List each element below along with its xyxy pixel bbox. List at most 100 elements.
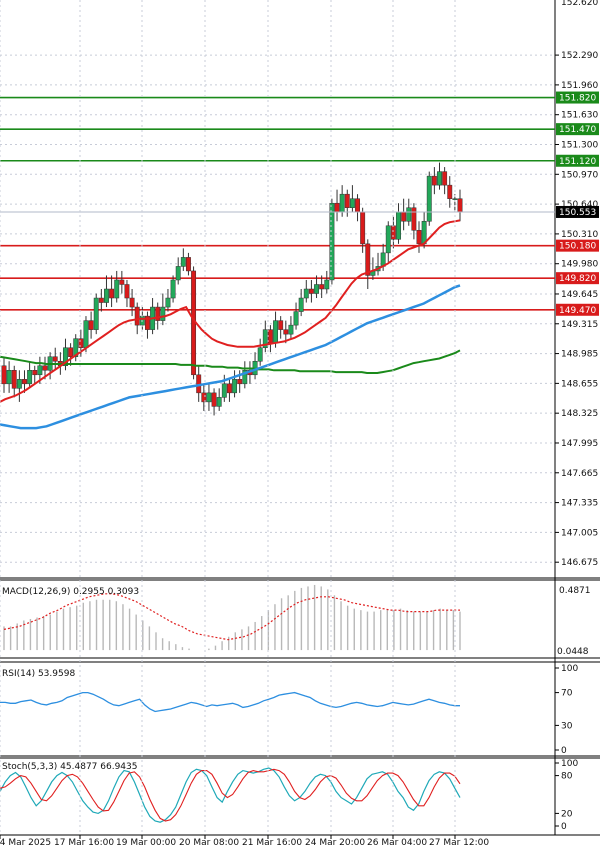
macd-top-label: 0.4871 bbox=[559, 586, 591, 596]
macd-bottom-label: 0.0448 bbox=[557, 647, 589, 657]
candle-down bbox=[442, 171, 448, 186]
candle-up bbox=[180, 257, 186, 267]
candle-up bbox=[437, 171, 442, 186]
price-tick-label: 148.325 bbox=[561, 409, 598, 419]
level-label: 151.470 bbox=[559, 125, 596, 135]
rsi-label: RSI(14) 53.9598 bbox=[2, 669, 75, 679]
candle-up bbox=[6, 370, 12, 385]
candle-down bbox=[237, 379, 243, 385]
candle-up bbox=[303, 288, 309, 299]
price-tick-label: 149.315 bbox=[561, 320, 598, 330]
candle-down bbox=[401, 211, 407, 222]
candle-down bbox=[283, 329, 289, 335]
current-price-label: 150.553 bbox=[559, 208, 596, 218]
candle-up bbox=[385, 225, 391, 254]
candle-down bbox=[416, 230, 422, 245]
candle-up bbox=[257, 347, 263, 362]
candle-down bbox=[42, 365, 48, 371]
price-tick-label: 151.630 bbox=[561, 111, 598, 121]
x-tick-label: 26 Mar 04:00 bbox=[367, 838, 427, 848]
candle-up bbox=[288, 324, 294, 335]
price-tick-label-partial: 152.620 bbox=[561, 0, 598, 8]
level-label: 149.820 bbox=[559, 274, 596, 284]
candle-up bbox=[324, 279, 330, 290]
level-label: 151.820 bbox=[559, 94, 596, 104]
stoch-tick-label: 80 bbox=[561, 772, 573, 782]
candle-down bbox=[52, 356, 58, 362]
candle-up bbox=[170, 279, 176, 299]
candle-down bbox=[1, 365, 7, 385]
candle-up bbox=[114, 279, 120, 299]
rsi-panel: 100 70 30 0 bbox=[0, 661, 600, 757]
candle-down bbox=[185, 257, 191, 272]
candle-down bbox=[124, 284, 130, 299]
price-tick-label: 147.665 bbox=[561, 469, 598, 479]
candle-down bbox=[308, 288, 314, 294]
price-tick-label: 148.655 bbox=[561, 379, 598, 389]
candle-down bbox=[431, 175, 437, 186]
stoch-tick-label: 0 bbox=[561, 822, 567, 832]
candle-down bbox=[109, 288, 115, 299]
candle-down bbox=[226, 383, 232, 394]
candle-up bbox=[216, 397, 222, 407]
stoch-k-line bbox=[0, 767, 461, 823]
price-panel: 152.290151.960151.630151.300150.970150.6… bbox=[0, 0, 600, 835]
candle-up bbox=[426, 175, 432, 222]
candle-up bbox=[221, 383, 227, 398]
candle-up bbox=[406, 207, 412, 222]
candle-up bbox=[452, 198, 458, 200]
candle-up bbox=[104, 288, 109, 303]
candle-up bbox=[339, 193, 345, 213]
candle-up bbox=[175, 266, 181, 281]
candle-down bbox=[278, 320, 284, 330]
x-tick-label: 17 Mar 16:00 bbox=[54, 838, 114, 848]
candle-up bbox=[37, 365, 43, 376]
stoch-tick-label: 20 bbox=[561, 809, 573, 819]
price-tick-label: 150.310 bbox=[561, 230, 598, 240]
candle-up bbox=[206, 392, 212, 403]
rsi-tick-label: 30 bbox=[561, 721, 573, 731]
price-tick-label: 146.675 bbox=[561, 558, 598, 568]
x-tick-label: 24 Mar 20:00 bbox=[305, 838, 365, 848]
candle-down bbox=[211, 392, 217, 407]
rsi-tick-label: 0 bbox=[561, 746, 567, 756]
candle-up bbox=[165, 297, 171, 308]
level-label: 150.180 bbox=[559, 242, 596, 252]
candle-up bbox=[314, 284, 319, 294]
candle-up bbox=[27, 370, 33, 385]
price-tick-label: 147.995 bbox=[561, 439, 598, 449]
macd-signal-line bbox=[3, 593, 460, 641]
candle-down bbox=[78, 338, 84, 348]
x-axis: 14 Mar 202517 Mar 16:0019 Mar 00:0020 Ma… bbox=[0, 0, 555, 848]
candle-down bbox=[129, 297, 135, 308]
price-tick-label: 149.645 bbox=[561, 290, 598, 300]
candle-up bbox=[396, 211, 401, 240]
candle-up bbox=[273, 320, 279, 344]
candle-down bbox=[390, 225, 396, 240]
price-tick-label: 149.980 bbox=[561, 260, 598, 270]
sma-fast-line bbox=[0, 219, 461, 403]
candle-down bbox=[32, 370, 38, 376]
candle-down bbox=[360, 211, 366, 245]
candle-up bbox=[329, 202, 335, 281]
stoch-label: Stoch(5,3,3) 45.4877 66.9435 bbox=[2, 762, 137, 772]
candle-down bbox=[411, 207, 417, 231]
candle-down bbox=[119, 279, 125, 285]
rsi-line bbox=[0, 691, 460, 713]
price-tick-label: 151.300 bbox=[561, 141, 598, 151]
price-tick-label: 147.005 bbox=[561, 528, 598, 538]
candle-down bbox=[365, 243, 371, 276]
candle-down bbox=[334, 202, 340, 213]
candle-up bbox=[298, 297, 304, 312]
price-tick-label: 148.985 bbox=[561, 350, 598, 360]
trading-chart: 152.290151.960151.630151.300150.970150.6… bbox=[0, 0, 600, 848]
candle-down bbox=[457, 198, 463, 213]
candle-down bbox=[267, 329, 273, 344]
candle-down bbox=[22, 379, 27, 385]
macd-label: MACD(12,26,9) 0.2955 0.3093 bbox=[2, 587, 139, 597]
candle-up bbox=[232, 379, 238, 394]
candle-down bbox=[88, 320, 94, 330]
x-tick-label: 19 Mar 00:00 bbox=[116, 838, 176, 848]
rsi-tick-label: 100 bbox=[561, 664, 578, 674]
price-tick-label: 151.960 bbox=[561, 81, 598, 91]
